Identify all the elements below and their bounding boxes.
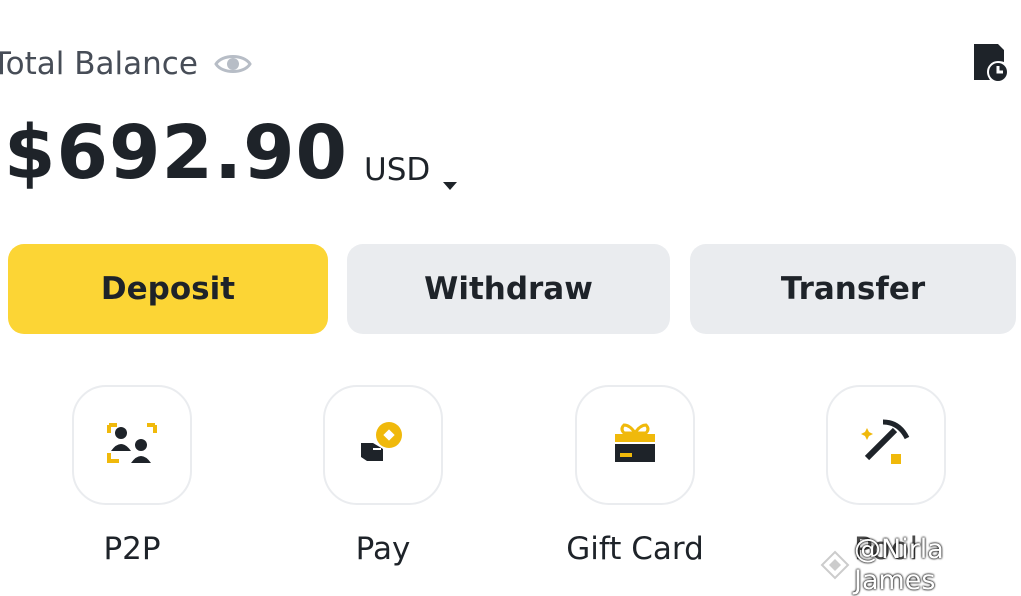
watermark: @Nirla James	[820, 534, 1021, 596]
shortcut-label-gift-card: Gift Card	[566, 531, 704, 567]
total-balance-label: Total Balance	[0, 46, 198, 82]
history-clock-icon[interactable]	[970, 40, 1010, 84]
pay-tile[interactable]	[323, 385, 443, 505]
shortcut-pay[interactable]: Pay	[293, 385, 473, 567]
transfer-button[interactable]: Transfer	[690, 244, 1016, 334]
pool-tile[interactable]	[826, 385, 946, 505]
total-balance-header: Total Balance	[0, 40, 252, 88]
shortcut-gift-card[interactable]: Gift Card	[545, 385, 725, 567]
gift-card-icon	[612, 421, 658, 469]
eye-icon[interactable]	[214, 50, 252, 78]
withdraw-button[interactable]: Withdraw	[347, 244, 670, 334]
gift-card-tile[interactable]	[575, 385, 695, 505]
balance-row: $692.90 USD	[0, 108, 458, 198]
deposit-button[interactable]: Deposit	[8, 244, 328, 334]
caret-down-icon	[442, 164, 458, 190]
shortcut-label-p2p: P2P	[103, 531, 161, 567]
pickaxe-icon	[861, 418, 911, 472]
p2p-tile[interactable]	[72, 385, 192, 505]
p2p-users-icon	[107, 421, 157, 469]
watermark-logo-icon	[820, 550, 850, 580]
shortcut-p2p[interactable]: P2P	[42, 385, 222, 567]
watermark-text: @Nirla James	[854, 534, 944, 596]
balance-amount: $692.90	[4, 110, 349, 196]
shortcut-label-pay: Pay	[355, 531, 411, 567]
action-buttons: Deposit Withdraw Transfer	[0, 244, 1021, 334]
currency-selector[interactable]: USD	[364, 152, 458, 190]
pay-hand-coin-icon	[357, 419, 409, 471]
currency-label: USD	[364, 152, 431, 188]
